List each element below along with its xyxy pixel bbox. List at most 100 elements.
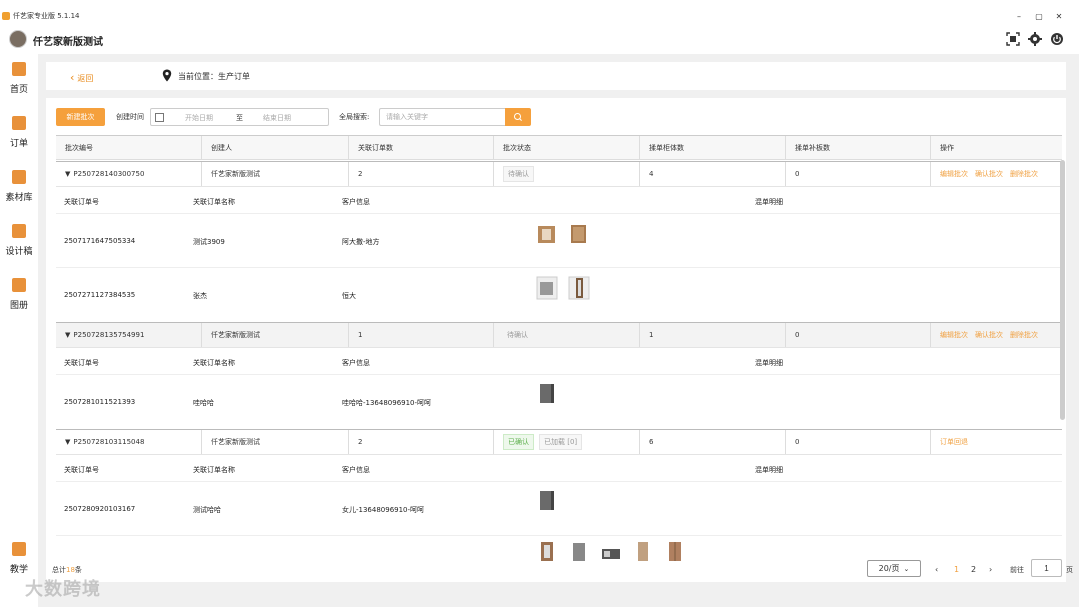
cabinet-thumbnail[interactable] — [568, 539, 590, 563]
edit-batch-link[interactable]: 编辑批次 — [940, 330, 968, 340]
table-row[interactable]: ▼ P250728103115048 仟艺家新版测试 2 已确认 已加载 [0] … — [56, 429, 1062, 455]
material-icon — [12, 170, 26, 184]
sidebar-item-label: 订单 — [9, 139, 28, 149]
order-rollback-link[interactable]: 订单回退 — [940, 437, 968, 447]
fullscreen-icon[interactable] — [1006, 32, 1020, 46]
sub-column-header: 客户信息 — [342, 359, 370, 367]
sidebar-item-orders[interactable]: 订单 — [0, 116, 38, 160]
sub-column-header: 混单明细 — [755, 466, 783, 474]
actions-cell: 订单回退 — [930, 430, 1062, 454]
order-no: 2507281011521393 — [64, 398, 136, 406]
delete-batch-link[interactable]: 删除批次 — [1010, 169, 1038, 179]
column-header: 关联订单数 — [348, 136, 493, 159]
batch-id: P250728135754991 — [73, 331, 145, 339]
list-item[interactable]: 2507171647505334 测试3909 阿大撒-地方 — [56, 214, 1062, 268]
cabinet-thumbnail[interactable] — [536, 222, 558, 246]
sidebar-item-label: 首页 — [9, 85, 28, 95]
board-count-cell: 0 — [785, 323, 930, 347]
cabinet-thumbnail[interactable] — [536, 488, 558, 512]
cabinet-thumbnail[interactable] — [664, 539, 686, 563]
sub-column-header: 关联订单名称 — [193, 198, 235, 206]
board-count-cell: 0 — [785, 430, 930, 454]
order-count-cell: 1 — [348, 323, 493, 347]
order-name: 测试哈哈 — [193, 506, 221, 514]
total-prefix: 总计 — [52, 566, 66, 574]
batch-table: 批次编号 创建人 关联订单数 批次状态 揉单柜体数 揉单补板数 操作 ▼ P250… — [56, 135, 1062, 571]
confirm-batch-link[interactable]: 确认批次 — [975, 330, 1003, 340]
order-name: 哇哈哈 — [193, 399, 214, 407]
home-icon — [12, 62, 26, 76]
tutorial-icon — [12, 542, 26, 556]
goto-page-input[interactable] — [1031, 559, 1062, 577]
mix-detail-thumbnails — [536, 381, 558, 405]
start-date-field[interactable]: 开始日期 — [185, 113, 213, 123]
column-header: 创建人 — [201, 136, 348, 159]
goto-suffix: 页 — [1066, 566, 1073, 574]
search-input[interactable] — [379, 108, 505, 126]
search-icon — [514, 113, 522, 121]
delete-batch-link[interactable]: 删除批次 — [1010, 330, 1038, 340]
cabinet-thumbnail[interactable] — [568, 222, 590, 246]
location-pin-icon — [162, 69, 172, 82]
app-title: 仟艺家专业版 5.1.14 — [13, 12, 80, 20]
gear-icon[interactable] — [1028, 32, 1042, 46]
creator-cell: 仟艺家新版测试 — [201, 162, 348, 186]
sub-column-header: 混单明细 — [755, 359, 783, 367]
column-header: 揉单柜体数 — [639, 136, 785, 159]
page-number[interactable]: 1 — [954, 565, 959, 574]
power-icon[interactable] — [1050, 32, 1064, 46]
minimize-icon[interactable]: – — [1012, 12, 1026, 21]
maximize-icon[interactable]: ▢ — [1032, 12, 1046, 21]
date-range-picker[interactable]: 开始日期 至 结束日期 — [150, 108, 329, 126]
mix-detail-thumbnails — [536, 276, 590, 300]
total-suffix: 条 — [74, 566, 82, 574]
sub-column-header: 关联订单号 — [64, 359, 99, 367]
sidebar-item-label: 素材库 — [5, 193, 33, 203]
close-icon[interactable]: ✕ — [1052, 12, 1066, 21]
created-time-label: 创建时间 — [116, 113, 144, 121]
table-row[interactable]: ▼ P250728135754991 仟艺家新版测试 1 待确认 1 0 编辑批次… — [56, 322, 1062, 348]
end-date-field[interactable]: 结束日期 — [263, 113, 291, 123]
board-count-cell: 0 — [785, 162, 930, 186]
sidebar-item-materials[interactable]: 素材库 — [0, 170, 38, 214]
back-link[interactable]: ‹ 返回 — [70, 71, 93, 84]
caret-down-icon[interactable]: ▼ — [65, 438, 70, 446]
customer-info: 哇哈哈-13648096910-呵呵 — [342, 399, 432, 407]
new-batch-button[interactable]: 新建批次 — [56, 108, 105, 126]
cabinet-thumbnail[interactable] — [536, 276, 558, 300]
batch-id-cell: ▼ P250728135754991 — [56, 323, 201, 347]
search-button[interactable] — [505, 108, 531, 126]
cabinet-thumbnail[interactable] — [600, 539, 622, 563]
page-size-value: 20/页 — [878, 564, 900, 573]
edit-batch-link[interactable]: 编辑批次 — [940, 169, 968, 179]
main-panel: 新建批次 创建时间 开始日期 至 结束日期 全局搜索: 批次编号 创建人 关联订… — [46, 98, 1066, 582]
cabinet-thumbnail[interactable] — [536, 381, 558, 405]
list-item[interactable]: 2507280920103167 测试哈哈 女儿-13648096910-呵呵 — [56, 482, 1062, 536]
table-row[interactable]: ▼ P250728140300750 仟艺家新版测试 2 待确认 4 0 编辑批次… — [56, 161, 1062, 187]
column-header: 批次状态 — [493, 136, 639, 159]
sidebar-item-designs[interactable]: 设计稿 — [0, 224, 38, 268]
chevron-down-icon: ⌄ — [903, 564, 910, 573]
customer-info: 女儿-13648096910-呵呵 — [342, 506, 425, 514]
creator-cell: 仟艺家新版测试 — [201, 323, 348, 347]
user-name: 仟艺家新版测试 — [33, 37, 103, 48]
column-header: 批次编号 — [65, 143, 93, 152]
confirm-batch-link[interactable]: 确认批次 — [975, 169, 1003, 179]
prev-page-icon[interactable]: ‹ — [935, 565, 938, 574]
avatar[interactable] — [9, 30, 27, 48]
caret-down-icon[interactable]: ▼ — [65, 331, 70, 339]
sidebar-item-home[interactable]: 首页 — [0, 62, 38, 106]
cabinet-count-cell: 6 — [639, 430, 785, 454]
next-page-icon[interactable]: › — [989, 565, 992, 574]
sidebar-item-album[interactable]: 图册 — [0, 278, 38, 322]
search-label: 全局搜索: — [339, 113, 370, 121]
cabinet-thumbnail[interactable] — [632, 539, 654, 563]
caret-down-icon[interactable]: ▼ — [65, 170, 70, 178]
page-size-select[interactable]: 20/页 ⌄ — [867, 560, 921, 577]
cabinet-thumbnail[interactable] — [536, 539, 558, 563]
list-item[interactable]: 2507281011521393 哇哈哈 哇哈哈-13648096910-呵呵 — [56, 375, 1062, 429]
cabinet-thumbnail[interactable] — [568, 276, 590, 300]
list-item[interactable]: 2507271127384535 张杰 恒大 — [56, 268, 1062, 322]
table-scrollbar[interactable] — [1060, 160, 1065, 420]
page-number[interactable]: 2 — [971, 565, 976, 574]
